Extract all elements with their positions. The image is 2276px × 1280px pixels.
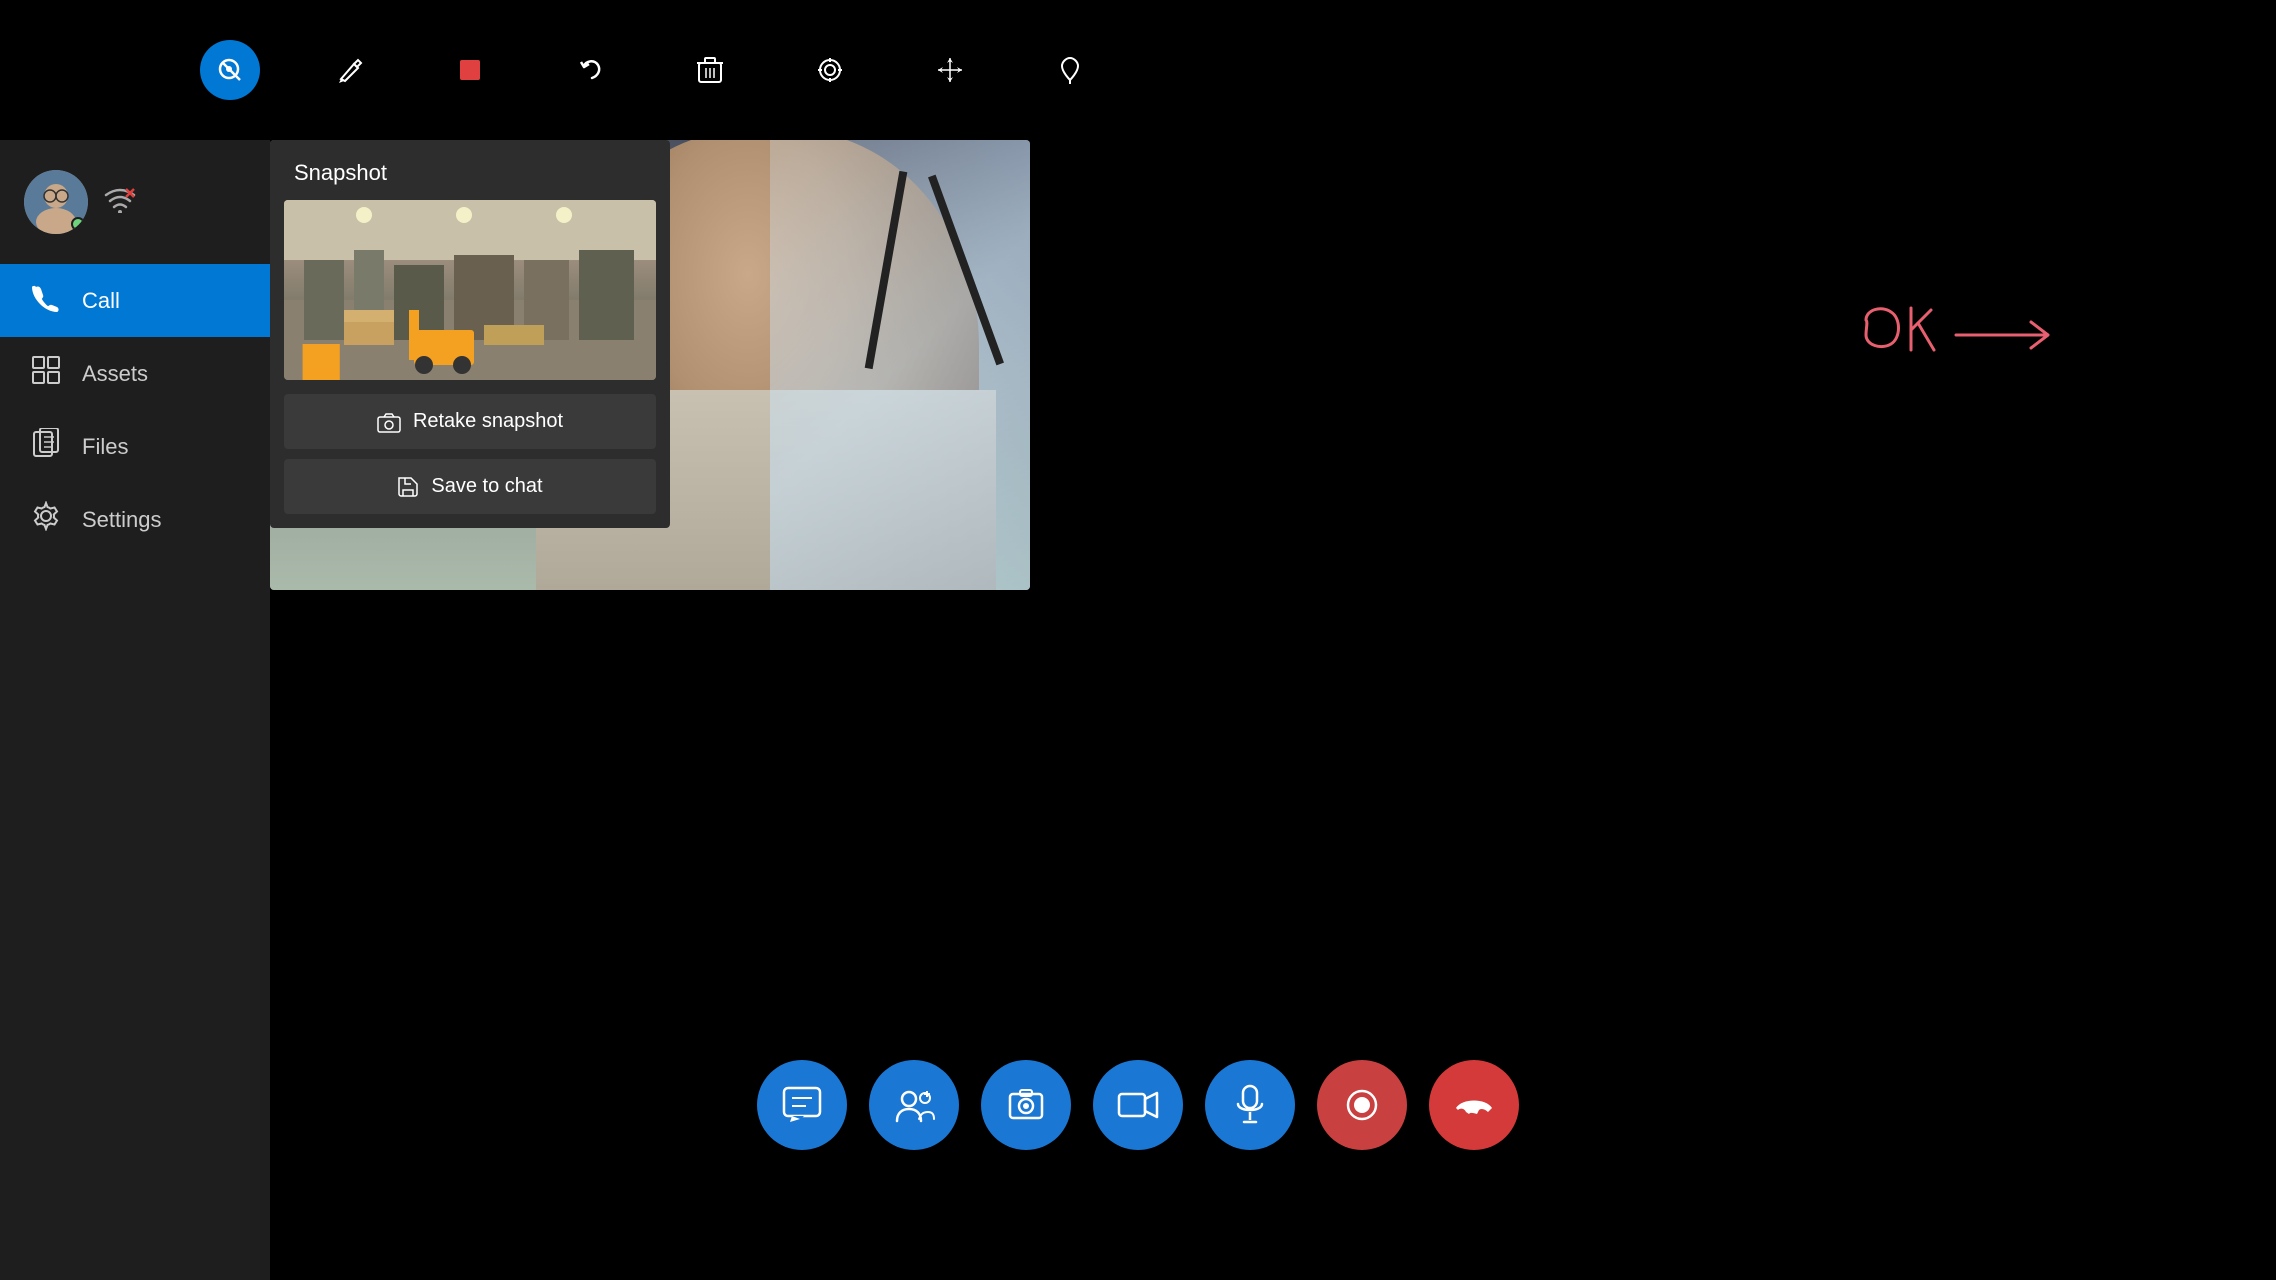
files-icon [28,428,64,465]
end-call-button[interactable] [1429,1060,1519,1150]
chat-button[interactable] [757,1060,847,1150]
sidebar-item-call-label: Call [82,288,120,314]
avatar [24,170,88,234]
pointer-tool-button[interactable] [200,40,260,100]
ok-annotation [1856,300,2096,420]
connection-icon [104,185,136,220]
delete-button[interactable] [680,40,740,100]
sidebar-item-settings-label: Settings [82,507,162,533]
record-button[interactable] [1317,1060,1407,1150]
online-badge [71,217,85,231]
participants-button[interactable] [869,1060,959,1150]
assets-icon [28,355,64,392]
sidebar-header [0,150,160,264]
call-icon [28,282,64,319]
screenshot-button[interactable] [981,1060,1071,1150]
pin-button[interactable] [1040,40,1100,100]
microphone-button[interactable] [1205,1060,1295,1150]
sidebar-item-files[interactable]: Files [0,410,270,483]
sidebar: Call Assets Files [0,140,270,1280]
sidebar-item-assets[interactable]: Assets [0,337,270,410]
video-button[interactable] [1093,1060,1183,1150]
sidebar-item-files-label: Files [82,434,128,460]
shape-tool-button[interactable] [440,40,500,100]
undo-button[interactable] [560,40,620,100]
retake-snapshot-button[interactable]: Retake snapshot [284,394,656,449]
snapshot-image [284,200,656,380]
annotation-area [1856,300,2096,425]
sidebar-item-settings[interactable]: Settings [0,483,270,556]
snapshot-panel: Snapshot [270,140,670,528]
sidebar-item-call[interactable]: Call [0,264,270,337]
save-to-chat-button[interactable]: Save to chat [284,459,656,514]
move-button[interactable] [920,40,980,100]
pen-tool-button[interactable] [320,40,380,100]
toolbar [200,40,1100,100]
call-controls [757,1060,1519,1150]
settings-icon [28,501,64,538]
ar-target-button[interactable] [800,40,860,100]
retake-snapshot-label: Retake snapshot [413,410,563,433]
sidebar-item-assets-label: Assets [82,361,148,387]
snapshot-title: Snapshot [270,140,670,200]
save-to-chat-label: Save to chat [431,475,542,498]
